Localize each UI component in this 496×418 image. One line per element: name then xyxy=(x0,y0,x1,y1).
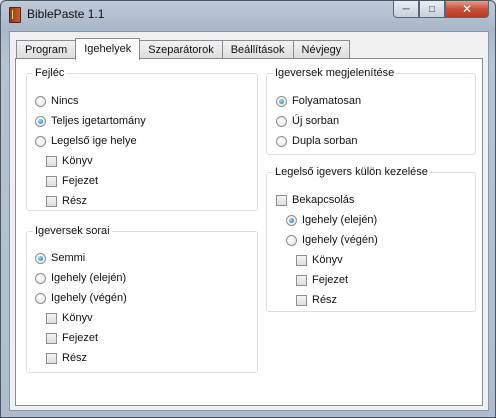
legelso-check-bekapcsolas[interactable]: Bekapcsolás xyxy=(276,193,354,207)
fejlec-check-resz[interactable]: Rész xyxy=(46,194,87,208)
legelso-check-fejezet[interactable]: Fejezet xyxy=(296,273,348,287)
checkbox-icon xyxy=(276,194,287,206)
close-icon: ✕ xyxy=(461,2,473,16)
window-title: BiblePaste 1.1 xyxy=(27,7,105,21)
book-icon xyxy=(9,7,21,23)
tab-beallitasok[interactable]: Beállítások xyxy=(221,40,294,59)
minimize-button[interactable]: ─ xyxy=(393,1,419,18)
fejlec-radio-legelso[interactable]: Legelső ige helye xyxy=(35,134,137,148)
radio-icon xyxy=(35,272,46,284)
radio-icon xyxy=(276,115,287,127)
tab-panel-igehelyek: Fejléc Nincs Teljes igetartomány Legelső… xyxy=(15,58,483,406)
fejlec-check-konyv[interactable]: Könyv xyxy=(46,154,93,168)
minimize-icon: ─ xyxy=(402,3,410,15)
tab-szeparatorok[interactable]: Szeparátorok xyxy=(139,40,223,59)
radio-selected-icon xyxy=(276,95,287,107)
legelso-title: Legelső igevers külön kezelése xyxy=(275,166,428,178)
legelso-check-konyv[interactable]: Könyv xyxy=(296,253,343,267)
caption-buttons: ─ □ ✕ xyxy=(393,1,489,19)
tab-program[interactable]: Program xyxy=(16,40,77,59)
checkbox-icon xyxy=(46,175,57,187)
checkbox-icon xyxy=(296,274,307,286)
fejlec-group: Fejléc Nincs Teljes igetartomány Legelső… xyxy=(26,67,258,211)
maximize-icon: □ xyxy=(428,3,436,15)
radio-icon xyxy=(286,234,297,246)
radio-icon xyxy=(35,292,46,304)
sorai-check-resz[interactable]: Rész xyxy=(46,351,87,365)
legelso-radio-elejen[interactable]: Igehely (elején) xyxy=(286,213,377,227)
title-bar[interactable]: BiblePaste 1.1 ─ □ ✕ xyxy=(1,1,495,29)
tab-nevjegy[interactable]: Névjegy xyxy=(292,40,351,59)
fejlec-radio-nincs[interactable]: Nincs xyxy=(35,94,79,108)
checkbox-icon xyxy=(296,294,307,306)
megjelenites-radio-dupla-sorban[interactable]: Dupla sorban xyxy=(276,134,357,148)
legelso-group: Legelső igevers külön kezelése Bekapcsol… xyxy=(266,166,476,312)
checkbox-icon xyxy=(46,352,57,364)
radio-selected-icon xyxy=(35,115,46,127)
sorai-title: Igeversek sorai xyxy=(35,225,110,237)
sorai-radio-vegen[interactable]: Igehely (végén) xyxy=(35,291,127,305)
close-button[interactable]: ✕ xyxy=(445,1,489,18)
radio-selected-icon xyxy=(35,252,46,264)
checkbox-icon xyxy=(46,195,57,207)
radio-icon xyxy=(276,135,287,147)
checkbox-icon xyxy=(46,155,57,167)
maximize-button[interactable]: □ xyxy=(419,1,445,18)
client-area: Program Igehelyek Szeparátorok Beállítás… xyxy=(9,31,489,411)
tab-igehelyek[interactable]: Igehelyek xyxy=(75,38,141,60)
sorai-check-konyv[interactable]: Könyv xyxy=(46,311,93,325)
sorai-check-fejezet[interactable]: Fejezet xyxy=(46,331,98,345)
megjelenites-group: Igeversek megjelenítése Folyamatosan Új … xyxy=(266,67,476,155)
checkbox-icon xyxy=(46,332,57,344)
megjelenites-radio-folyamatosan[interactable]: Folyamatosan xyxy=(276,94,361,108)
tab-strip: Program Igehelyek Szeparátorok Beállítás… xyxy=(16,38,351,60)
checkbox-icon xyxy=(46,312,57,324)
radio-icon xyxy=(35,135,46,147)
sorai-radio-elejen[interactable]: Igehely (elején) xyxy=(35,271,126,285)
fejlec-check-fejezet[interactable]: Fejezet xyxy=(46,174,98,188)
radio-icon xyxy=(35,95,46,107)
fejlec-title: Fejléc xyxy=(35,67,65,79)
legelso-check-resz[interactable]: Rész xyxy=(296,293,337,307)
sorai-group: Igeversek sorai Semmi Igehely (elején) I… xyxy=(26,225,258,373)
megjelenites-title: Igeversek megjelenítése xyxy=(275,67,395,79)
megjelenites-radio-uj-sorban[interactable]: Új sorban xyxy=(276,114,339,128)
checkbox-icon xyxy=(296,254,307,266)
sorai-radio-semmi[interactable]: Semmi xyxy=(35,251,85,265)
legelso-radio-vegen[interactable]: Igehely (végén) xyxy=(286,233,378,247)
fejlec-radio-teljes[interactable]: Teljes igetartomány xyxy=(35,114,146,128)
app-window: BiblePaste 1.1 ─ □ ✕ Program Igehelyek S… xyxy=(0,0,496,418)
radio-selected-icon xyxy=(286,214,297,226)
